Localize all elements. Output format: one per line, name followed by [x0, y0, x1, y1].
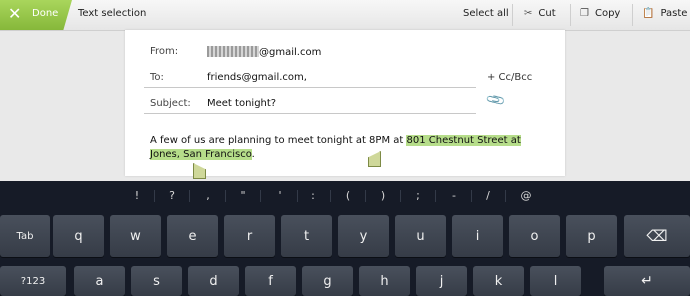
enter-key[interactable]: ↵: [604, 266, 690, 296]
select-all-button[interactable]: Select all: [463, 8, 509, 19]
key-u[interactable]: u: [395, 215, 446, 257]
redacted-email: [207, 46, 259, 57]
cc-bcc-button[interactable]: + Cc/Bcc: [487, 72, 532, 83]
divider: [512, 4, 513, 26]
key-p[interactable]: p: [566, 215, 617, 257]
symbol-divider: [225, 190, 226, 202]
key-k[interactable]: k: [473, 266, 524, 296]
subject-label: Subject:: [150, 98, 191, 109]
key-o[interactable]: o: [509, 215, 560, 257]
symbol-key[interactable]: @: [518, 189, 534, 202]
symbol-divider: [297, 190, 298, 202]
close-icon: ✕: [8, 4, 22, 23]
key-j[interactable]: j: [416, 266, 467, 296]
cut-label: Cut: [538, 8, 556, 19]
from-value: @gmail.com: [259, 47, 322, 58]
symbol-key[interactable]: :: [305, 189, 321, 202]
backspace-key[interactable]: ⌫: [624, 215, 690, 257]
copy-icon: ❐: [580, 8, 589, 19]
enter-icon: ↵: [641, 273, 653, 289]
divider: [632, 4, 633, 26]
subject-underline: [144, 113, 476, 114]
to-label: To:: [150, 72, 164, 83]
from-label: From:: [150, 46, 179, 57]
body-text-end: .: [251, 149, 255, 160]
symbol-key[interactable]: !: [129, 189, 145, 202]
symbol-key[interactable]: -: [446, 189, 462, 202]
key-s[interactable]: s: [131, 266, 182, 296]
key-r[interactable]: r: [224, 215, 275, 257]
symbol-key[interactable]: ?: [164, 189, 180, 202]
cut-button[interactable]: ✂ Cut: [524, 8, 556, 19]
select-all-label: Select all: [463, 8, 509, 19]
key-y[interactable]: y: [338, 215, 389, 257]
key-w[interactable]: w: [110, 215, 161, 257]
symbol-divider: [400, 190, 401, 202]
subject-field[interactable]: Meet tonight?: [207, 98, 276, 109]
symbol-key[interactable]: ,: [200, 189, 216, 202]
key-i[interactable]: i: [452, 215, 503, 257]
symbol-divider: [189, 190, 190, 202]
body-text: A few of us are planning to meet tonight…: [150, 135, 407, 146]
symbol-key[interactable]: /: [480, 189, 496, 202]
scissors-icon: ✂: [524, 8, 533, 19]
paste-label: Paste: [660, 8, 688, 19]
to-field[interactable]: friends@gmail.com,: [207, 72, 307, 83]
to-underline: [144, 87, 476, 88]
symbol-key[interactable]: ;: [410, 189, 426, 202]
key-t[interactable]: t: [281, 215, 332, 257]
symbol-key[interactable]: ): [375, 189, 391, 202]
paste-button[interactable]: 📋 Paste: [642, 8, 687, 19]
key-q[interactable]: q: [53, 215, 104, 257]
copy-label: Copy: [594, 8, 621, 19]
done-button[interactable]: ✕ Done: [0, 0, 72, 30]
backspace-icon: ⌫: [646, 227, 668, 245]
key-f[interactable]: f: [245, 266, 296, 296]
divider: [570, 4, 571, 26]
symbol-divider: [471, 190, 472, 202]
symbol-key[interactable]: ": [235, 189, 251, 202]
key-d[interactable]: d: [188, 266, 239, 296]
symbol-divider: [435, 190, 436, 202]
key-g[interactable]: g: [302, 266, 353, 296]
symbol-divider: [330, 190, 331, 202]
action-bar: ✕ Done Text selection Select all ✂ Cut ❐ C…: [0, 0, 690, 31]
from-field[interactable]: @gmail.com: [207, 46, 321, 58]
copy-button[interactable]: ❐ Copy: [580, 8, 620, 19]
action-bar-title: Text selection: [78, 8, 147, 19]
clipboard-icon: 📋: [642, 8, 655, 19]
done-label: Done: [32, 8, 59, 19]
key-e[interactable]: e: [167, 215, 218, 257]
tab-key[interactable]: Tab: [0, 215, 50, 257]
key-l[interactable]: l: [530, 266, 581, 296]
symbol-divider: [260, 190, 261, 202]
symbol-divider: [154, 190, 155, 202]
symbol-key[interactable]: ': [272, 189, 288, 202]
key-a[interactable]: a: [74, 266, 125, 296]
key-h[interactable]: h: [359, 266, 410, 296]
symbol-divider: [365, 190, 366, 202]
message-body[interactable]: A few of us are planning to meet tonight…: [150, 134, 540, 162]
symbol-key[interactable]: (: [340, 189, 356, 202]
symbols-key[interactable]: ?123: [0, 266, 66, 296]
symbol-divider: [505, 190, 506, 202]
